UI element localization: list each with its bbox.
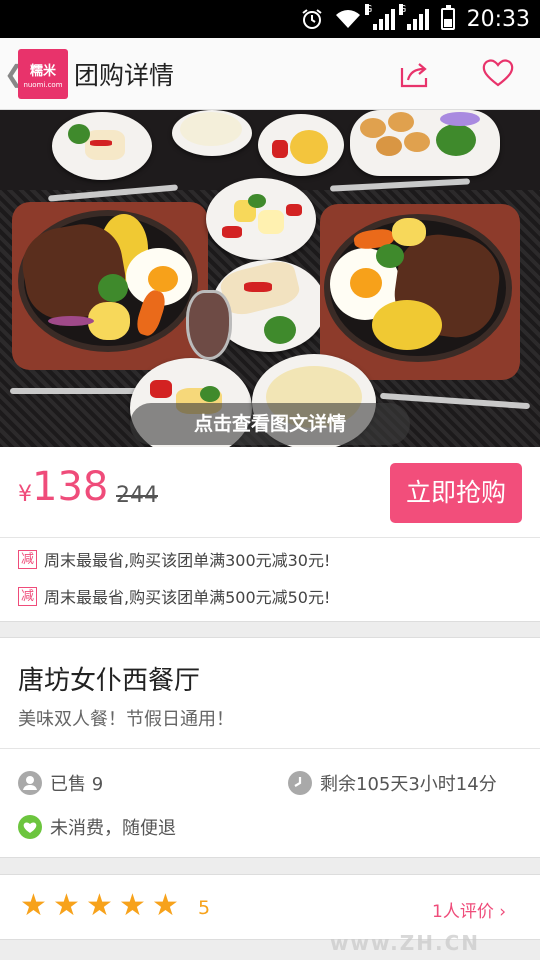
deal-title-section: 唐坊女仆西餐厅 美味双人餐！节假日通用！ (0, 637, 540, 749)
refund-policy: 未消费，随便退 (18, 814, 176, 840)
promotion-text: 周末最最省,购买该团单满300元减30元! (44, 551, 331, 570)
star-icon: ★ (53, 888, 80, 923)
promotion-item: 减 周末最最省,购买该团单满500元减50元! (18, 584, 330, 608)
promotions-section: 减 周末最最省,购买该团单满300元减30元! 减 周末最最省,购买该团单满50… (0, 538, 540, 622)
deal-info-section: 已售 9 剩余105天3小时14分 未消费，随便退 (0, 749, 540, 858)
chevron-right-icon: › (499, 902, 507, 922)
discount-tag: 减 (18, 549, 37, 569)
signal-icon-2: G (398, 4, 429, 30)
page-title: 团购详情 (74, 61, 175, 90)
heart-check-icon (18, 815, 42, 839)
promotion-item: 减 周末最最省,购买该团单满300元减30元! (18, 547, 330, 571)
user-icon (18, 771, 42, 795)
restaurant-name: 唐坊女仆西餐厅 (18, 666, 201, 696)
star-icon: ★ (86, 888, 113, 923)
star-icon: ★ (20, 888, 47, 923)
currency-symbol: ¥ (18, 482, 32, 507)
sauce-boat (186, 290, 232, 360)
deal-subtitle: 美味双人餐！节假日通用！ (18, 709, 234, 730)
promotion-text: 周末最最省,购买该团单满500元减50元! (44, 588, 331, 607)
star-rating: ★ ★ ★ ★ ★ (20, 888, 179, 923)
star-icon: ★ (119, 888, 146, 923)
time-remaining: 剩余105天3小时14分 (288, 770, 497, 796)
watermark: www.ZH.CN (330, 931, 481, 955)
status-bar: G G 20:33 (0, 0, 540, 38)
deal-photo[interactable]: 点击查看图文详情 (0, 110, 540, 447)
sold-count: 已售 9 (18, 770, 103, 796)
rating-score: 5 (198, 897, 211, 919)
current-price: 138 (32, 464, 109, 510)
star-icon: ★ (152, 888, 179, 923)
alarm-icon (301, 9, 322, 29)
signal-icon: G (364, 4, 395, 30)
original-price: 244 (116, 483, 158, 508)
wifi-icon (335, 10, 360, 28)
discount-tag: 减 (18, 586, 37, 606)
battery-icon (440, 5, 455, 30)
favorite-heart-icon[interactable] (482, 58, 514, 88)
nuomi-logo[interactable]: 糯米 nuomi.com (18, 49, 68, 99)
view-details-caption[interactable]: 点击查看图文详情 (130, 403, 410, 445)
price-section: ¥ 138 244 立即抢购 (0, 447, 540, 538)
app-header: ❮ 糯米 nuomi.com 团购详情 (0, 38, 540, 110)
clock-icon (288, 771, 312, 795)
review-count-link[interactable]: 1人评价 › (432, 897, 506, 922)
clock: 20:33 (466, 6, 530, 32)
buy-now-button[interactable]: 立即抢购 (390, 463, 522, 523)
share-icon[interactable] (398, 58, 430, 90)
